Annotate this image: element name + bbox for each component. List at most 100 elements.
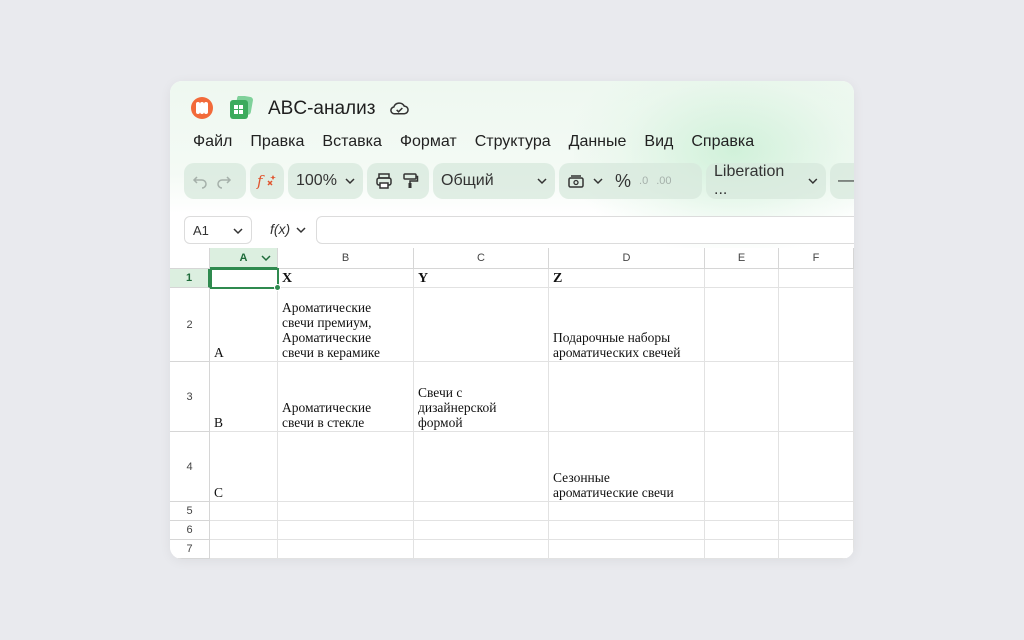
column-header-f[interactable]: F [779,248,854,269]
cell-a7[interactable] [210,540,278,559]
chevron-down-icon[interactable] [296,225,306,235]
menu-view[interactable]: Вид [644,133,673,151]
font-size-decrease-button[interactable]: — [830,163,854,199]
row-header-7[interactable]: 7 [170,540,210,559]
function-icon: f [256,172,276,190]
spreadsheet-window: ABC-анализ Файл Правка Вставка Формат Ст… [170,81,854,559]
cell-e6[interactable] [705,521,779,540]
cloud-saved-icon[interactable] [390,100,409,116]
cell-f3[interactable] [779,362,854,432]
row-header-1[interactable]: 1 [170,269,210,288]
document-title[interactable]: ABC-анализ [268,98,375,120]
paint-format-icon[interactable] [401,172,419,190]
column-header-a[interactable]: A [210,248,278,269]
currency-icon[interactable] [567,173,585,189]
cell-b6[interactable] [278,521,414,540]
cell-d4[interactable]: Сезонные ароматические свечи [549,432,705,502]
cell-a2[interactable]: A [210,288,278,362]
column-header-c[interactable]: C [414,248,549,269]
cell-b3[interactable]: Ароматические свечи в стекле [278,362,414,432]
cell-a4[interactable]: C [210,432,278,502]
undo-icon[interactable] [192,173,208,189]
column-header-b[interactable]: B [278,248,414,269]
decrease-decimal-button[interactable]: .0 [639,175,648,187]
redo-icon[interactable] [216,173,232,189]
cell-b5[interactable] [278,502,414,521]
menu-edit[interactable]: Правка [250,133,304,151]
cell-a1[interactable] [210,269,278,288]
row-header-3[interactable]: 3 [170,362,210,432]
cell-c3[interactable]: Свечи с дизайнерской формой [414,362,549,432]
cell-c2[interactable] [414,288,549,362]
row-header-6[interactable]: 6 [170,521,210,540]
cell-d7[interactable] [549,540,705,559]
cell-f2[interactable] [779,288,854,362]
fx-icon[interactable]: f(x) [270,221,290,237]
cell-e7[interactable] [705,540,779,559]
toolbar: f 100% Общий % .0 .00 Liberation ... — [184,163,854,199]
formula-input[interactable] [316,216,854,244]
cell-e3[interactable] [705,362,779,432]
cell-d1[interactable]: Z [549,269,705,288]
cell-f6[interactable] [779,521,854,540]
cell-f1[interactable] [779,269,854,288]
cell-d6[interactable] [549,521,705,540]
cell-c7[interactable] [414,540,549,559]
formula-bar: A1 f(x) [184,216,854,244]
cell-reference-box[interactable]: A1 [184,216,252,244]
menu-bar: Файл Правка Вставка Формат Структура Дан… [193,133,754,151]
undo-redo-group [184,163,246,199]
cell-b4[interactable] [278,432,414,502]
menu-format[interactable]: Формат [400,133,457,151]
column-header-e[interactable]: E [705,248,779,269]
cell-d3[interactable] [549,362,705,432]
menu-file[interactable]: Файл [193,133,232,151]
cell-e2[interactable] [705,288,779,362]
column-header-d[interactable]: D [549,248,705,269]
insert-function-button[interactable]: f [250,163,284,199]
chevron-down-icon [808,178,818,184]
cell-a6[interactable] [210,521,278,540]
sheets-app-icon [230,96,253,119]
row-header-2[interactable]: 2 [170,288,210,362]
cell-c5[interactable] [414,502,549,521]
cell-e5[interactable] [705,502,779,521]
menu-structure[interactable]: Структура [475,133,551,151]
cell-b7[interactable] [278,540,414,559]
cell-a5[interactable] [210,502,278,521]
spreadsheet-grid: A B C D E F 1 2 3 4 5 6 7 X Y Z A Аромат… [170,248,854,559]
cell-c1[interactable]: Y [414,269,549,288]
number-format-select[interactable]: Общий [433,163,555,199]
zoom-value: 100% [296,172,337,189]
cell-b1[interactable]: X [278,269,414,288]
fill-handle[interactable] [274,284,281,291]
percent-button[interactable]: % [615,171,631,192]
cell-d5[interactable] [549,502,705,521]
app-logo-icon[interactable] [191,97,213,119]
cell-f7[interactable] [779,540,854,559]
svg-text:f: f [256,172,265,190]
row-header-4[interactable]: 4 [170,432,210,502]
column-label: A [239,252,248,264]
chevron-down-icon[interactable] [593,176,603,186]
cell-e1[interactable] [705,269,779,288]
chevron-down-icon[interactable] [261,253,271,263]
row-header-5[interactable]: 5 [170,502,210,521]
menu-help[interactable]: Справка [691,133,754,151]
zoom-select[interactable]: 100% [288,163,363,199]
cell-c4[interactable] [414,432,549,502]
menu-data[interactable]: Данные [569,133,627,151]
menu-insert[interactable]: Вставка [322,133,381,151]
cell-f4[interactable] [779,432,854,502]
chevron-down-icon [233,228,243,235]
cell-a3[interactable]: B [210,362,278,432]
increase-decimal-button[interactable]: .00 [656,175,671,187]
cell-f5[interactable] [779,502,854,521]
cell-e4[interactable] [705,432,779,502]
font-select[interactable]: Liberation ... [706,163,826,199]
select-all-corner[interactable] [170,248,210,269]
print-icon[interactable] [375,172,393,190]
cell-d2[interactable]: Подарочные наборы ароматических свечей [549,288,705,362]
cell-c6[interactable] [414,521,549,540]
cell-b2[interactable]: Ароматические свечи премиум, Ароматическ… [278,288,414,362]
